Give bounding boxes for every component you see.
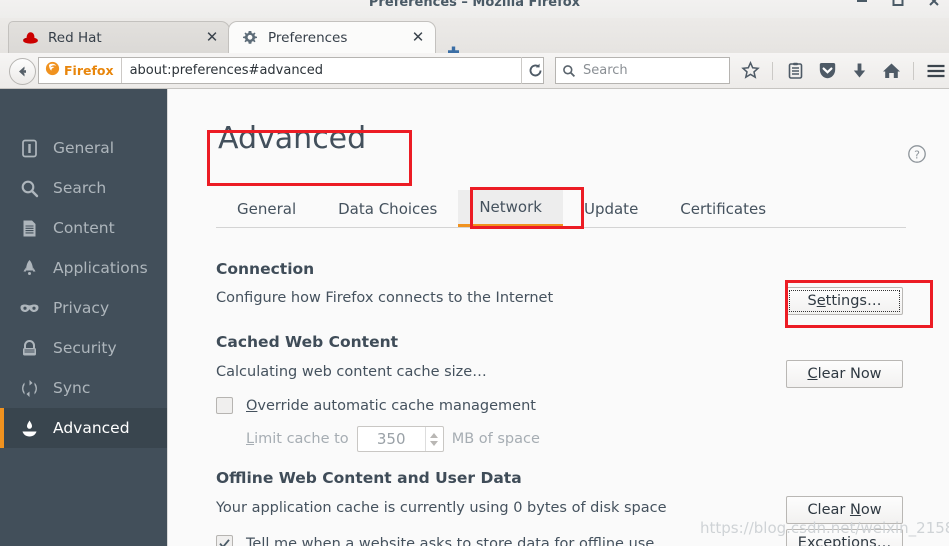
cache-clear-now-button[interactable]: Clear Now [786,360,903,388]
identity-label: Firefox [64,63,114,78]
home-icon[interactable] [879,58,903,84]
bookmark-star-icon[interactable] [738,58,762,84]
applications-rocket-icon [18,257,40,279]
sidebar-item-security[interactable]: Security [0,328,167,368]
cache-clear-now-label: Clear Now [807,366,882,382]
url-input[interactable]: about:preferences#advanced [130,63,543,78]
sidebar-item-label: Privacy [53,299,110,317]
offline-cache-status: Your application cache is currently usin… [216,500,667,516]
offline-web-content-heading: Offline Web Content and User Data [216,469,522,487]
pocket-icon[interactable] [815,58,839,84]
connection-heading: Connection [216,260,315,278]
maximize-icon[interactable] [891,0,905,8]
cache-size-status: Calculating web content cache size… [216,364,487,380]
offline-tell-me-label: Tell me when a website asks to store dat… [246,535,655,546]
identity-box[interactable]: Firefox [39,58,122,83]
firefox-icon [45,61,60,80]
preferences-content: Advanced ? General Data Choices Network … [167,89,949,546]
help-question-icon[interactable]: ? [907,144,927,164]
sidebar-item-privacy[interactable]: Privacy [0,288,167,328]
offline-tell-me-checkbox[interactable] [216,535,233,546]
limit-cache-row: Limit cache to 350 MB of space [246,426,540,452]
sidebar-item-sync[interactable]: Sync [0,368,167,408]
limit-cache-value[interactable]: 350 [358,430,425,448]
toolbar-separator [772,61,773,80]
connection-settings-button[interactable]: Settings… [786,287,903,315]
window-titlebar: Preferences – Mozilla Firefox [0,0,949,18]
connection-settings-label: Settings… [807,293,882,309]
search-bar[interactable]: Search [555,57,730,84]
tab-data-choices[interactable]: Data Choices [317,190,458,227]
sidebar-item-content[interactable]: Content [0,208,167,248]
limit-cache-spinner-arrows[interactable] [424,427,443,451]
tab-certificates[interactable]: Certificates [659,190,787,227]
sidebar-item-general[interactable]: General [0,128,167,168]
browser-tab-label: Preferences [268,29,348,46]
sidebar-item-label: Applications [53,259,148,277]
browser-tab-preferences[interactable]: Preferences ✕ [228,21,436,53]
menu-hamburger-icon[interactable] [924,58,948,84]
toolbar-icons [738,57,948,84]
tab-general[interactable]: General [216,190,317,227]
limit-cache-suffix: MB of space [451,431,540,447]
sidebar-item-label: Sync [53,379,91,397]
offline-exceptions-label: Exceptions… [797,535,892,546]
back-arrow-icon[interactable] [9,58,36,85]
offline-clear-now-label: Clear Now [807,502,882,518]
sidebar-item-search[interactable]: Search [0,168,167,208]
sidebar-item-label: Content [53,219,115,237]
privacy-mask-icon [18,297,40,319]
cached-web-content-heading: Cached Web Content [216,333,399,351]
redhat-icon [21,29,39,47]
chevron-up-icon[interactable] [430,432,439,438]
search-icon [18,177,40,199]
gear-icon [241,29,259,47]
tab-update[interactable]: Update [563,190,659,227]
svg-text:?: ? [914,148,920,161]
minimize-icon[interactable] [855,0,869,8]
general-icon [18,137,40,159]
url-bar[interactable]: Firefox about:preferences#advanced [38,57,544,84]
offline-clear-now-button[interactable]: Clear Now [786,496,903,524]
sidebar-item-label: General [53,139,115,157]
firefox-preferences-window: Preferences – Mozilla Firefox Red Hat ✕ … [0,0,949,546]
limit-cache-stepper[interactable]: 350 [356,426,444,452]
window-controls [855,0,941,8]
page-title: Advanced [218,121,367,156]
content-document-icon [18,217,40,239]
tab-network[interactable]: Network [458,190,563,227]
override-cache-checkbox-row[interactable]: Override automatic cache management [216,397,536,414]
reader-list-icon[interactable] [783,58,807,84]
browser-tab-red-hat[interactable]: Red Hat ✕ [8,21,230,53]
close-icon[interactable]: ✕ [409,29,427,47]
offline-tell-me-checkbox-row[interactable]: Tell me when a website asks to store dat… [216,535,654,546]
browser-tab-strip: Red Hat ✕ Preferences ✕ [0,18,949,57]
limit-cache-label: Limit cache to [246,431,349,447]
window-title: Preferences – Mozilla Firefox [368,0,581,10]
search-icon [562,64,576,78]
override-cache-checkbox[interactable] [216,397,233,414]
preferences-tab-row: General Data Choices Network Update Cert… [216,189,906,228]
reload-icon[interactable] [521,57,549,84]
search-input[interactable]: Search [583,63,628,78]
chevron-down-icon[interactable] [430,440,439,446]
sidebar-item-advanced[interactable]: Advanced [0,408,167,448]
close-icon[interactable]: ✕ [203,29,221,47]
browser-tab-label: Red Hat [48,29,102,46]
toolbar-separator [913,61,914,80]
downloads-icon[interactable] [847,58,871,84]
sidebar-item-label: Advanced [53,419,130,437]
offline-exceptions-button[interactable]: Exceptions… [786,529,903,546]
sidebar-item-label: Security [53,339,117,357]
navigation-toolbar: Firefox about:preferences#advanced Searc… [0,53,949,89]
connection-description: Configure how Firefox connects to the In… [216,290,554,306]
override-cache-label: Override automatic cache management [246,397,536,414]
sync-refresh-icon [18,377,40,399]
preferences-sidebar: General Search Content Applications Priv… [0,89,167,546]
advanced-flask-icon [18,417,40,439]
sidebar-item-label: Search [53,179,107,197]
sidebar-item-applications[interactable]: Applications [0,248,167,288]
security-lock-icon [18,337,40,359]
close-icon[interactable] [927,0,941,8]
